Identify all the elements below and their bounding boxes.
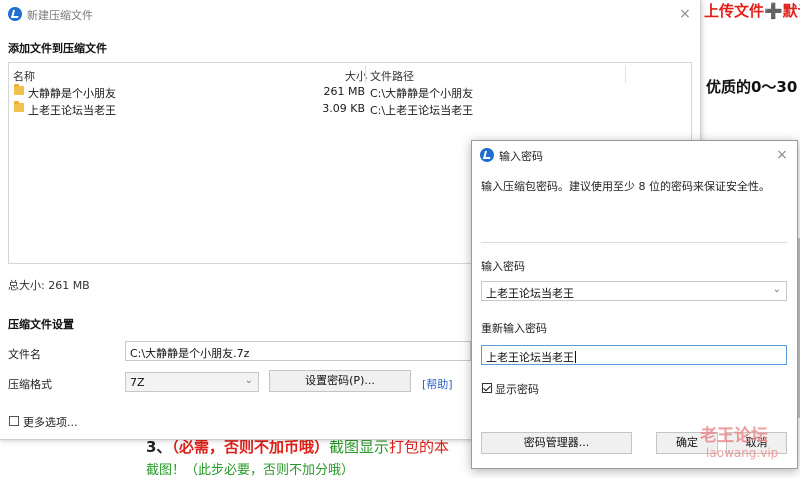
column-separator[interactable] [625, 65, 626, 83]
set-password-button[interactable]: 设置密码(P)... [269, 370, 411, 392]
more-options-label[interactable]: 更多选项... [23, 414, 78, 430]
chevron-down-icon: ⌄ [244, 375, 253, 386]
doc-heading-black: 优质的0～30 [706, 78, 798, 96]
filename-label: 文件名 [8, 348, 41, 361]
file-size: 3.09 KB [322, 102, 365, 115]
column-separator[interactable] [365, 65, 366, 83]
chevron-down-icon[interactable]: ⌄ [773, 284, 781, 295]
column-header-name[interactable]: 名称 [13, 68, 35, 84]
dialog-close-icon[interactable]: × [773, 146, 791, 164]
reenter-value: 上老王论坛当老王 [486, 351, 574, 364]
column-header-size[interactable]: 大小 [345, 68, 367, 84]
column-header-path[interactable]: 文件路径 [370, 68, 414, 84]
main-window-title: 新建压缩文件 [27, 9, 93, 22]
text-cursor [575, 351, 576, 363]
help-link[interactable]: [帮助] [422, 376, 453, 392]
main-titlebar[interactable]: 新建压缩文件 × [0, 0, 700, 28]
password-label: 输入密码 [481, 260, 525, 273]
main-close-icon[interactable]: × [676, 5, 694, 23]
dialog-titlebar[interactable]: 输入密码 × [472, 141, 797, 169]
file-name: 上老王论坛当老王 [28, 104, 116, 117]
watermark-url: laowang.vip [706, 446, 779, 460]
file-path: C:\上老王论坛当老王 [370, 104, 474, 117]
doc-step-number: 3、 [146, 438, 172, 456]
doc-red-text: 打包的本 [388, 438, 449, 456]
format-select[interactable]: 7Z ⌄ [125, 372, 259, 392]
more-options-checkbox[interactable] [9, 416, 19, 426]
reenter-password-input[interactable]: 上老王论坛当老王 [481, 345, 787, 365]
total-size: 总大小: 261 MB [8, 279, 90, 292]
password-input[interactable]: 上老王论坛当老王 ⌄ [481, 281, 787, 301]
doc-required-note: （必需，否则不加币哦） [171, 438, 329, 456]
password-dialog: 输入密码 × 输入压缩包密码。建议使用至少 8 位的密码来保证安全性。 输入密码… [471, 140, 798, 469]
reenter-label: 重新输入密码 [481, 322, 547, 335]
doc-heading-red: 上传文件➕默认 [704, 2, 800, 20]
app-logo-icon [8, 7, 22, 21]
doc-green-text: 截图显示 [328, 438, 389, 456]
show-password-checkbox[interactable] [482, 383, 492, 393]
format-value: 7Z [130, 376, 145, 389]
password-value: 上老王论坛当老王 [486, 287, 574, 300]
file-path: C:\大静静是个小朋友 [370, 87, 474, 100]
divider [481, 242, 787, 243]
table-row[interactable]: 上老王论坛当老王 3.09 KB C:\上老王论坛当老王 [9, 100, 691, 117]
show-password-label[interactable]: 显示密码 [495, 381, 539, 397]
file-list-header: 名称 大小 文件路径 [9, 63, 691, 85]
table-row[interactable]: 大静静是个小朋友 261 MB C:\大静静是个小朋友 [9, 83, 691, 100]
watermark-text: 老王论坛 [700, 426, 768, 446]
file-size: 261 MB [323, 85, 365, 98]
dialog-title: 输入密码 [499, 150, 543, 163]
password-manager-button[interactable]: 密码管理器... [481, 432, 632, 454]
folder-icon [14, 84, 24, 95]
file-name: 大静静是个小朋友 [28, 87, 116, 100]
format-label: 压缩格式 [8, 378, 52, 391]
dialog-description: 输入压缩包密码。建议使用至少 8 位的密码来保证安全性。 [481, 180, 770, 193]
add-files-heading: 添加文件到压缩文件 [8, 42, 107, 55]
filename-input[interactable]: C:\大静静是个小朋友.7z [125, 341, 471, 361]
folder-icon [14, 101, 24, 112]
app-logo-icon [480, 148, 494, 162]
settings-heading: 压缩文件设置 [8, 318, 74, 331]
